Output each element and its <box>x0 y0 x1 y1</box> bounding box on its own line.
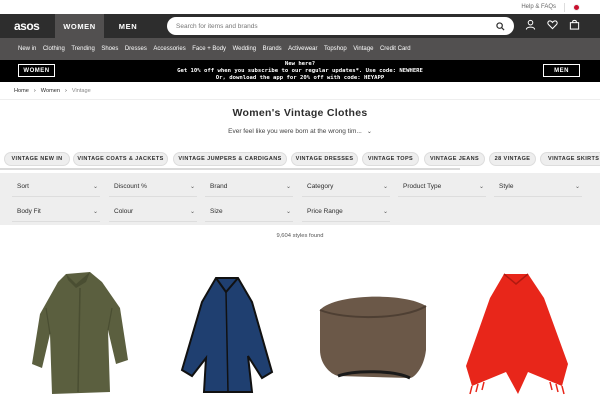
divider <box>564 2 565 12</box>
product-image-brown-scarf[interactable] <box>314 290 432 382</box>
filter-brand-label: Brand <box>210 183 228 190</box>
promo-line-1: New here? <box>284 61 316 67</box>
tab-women[interactable]: WOMEN <box>55 14 104 38</box>
header-icons <box>525 19 580 30</box>
filter-product-type-label: Product Type <box>403 183 442 190</box>
pill-vintage-jumpers-cardigans[interactable]: VINTAGE JUMPERS & CARDIGANS <box>173 152 287 166</box>
filter-sort-label: Sort <box>17 183 29 190</box>
nav-item-wedding[interactable]: Wedding <box>233 46 257 52</box>
filter-bar: Sort ⌄ Discount % ⌄ Brand ⌄ Category ⌄ Produ… <box>0 173 600 225</box>
filter-size-label: Size <box>210 208 223 215</box>
promo-banner: WOMEN New here? Get 10% off when you sub… <box>0 60 600 82</box>
nav-item-shoes[interactable]: Shoes <box>101 46 118 52</box>
nav-item-brands[interactable]: Brands <box>263 46 282 52</box>
pill-28-vintage[interactable]: 28 VINTAGE <box>489 152 536 166</box>
nav-item-credit-card[interactable]: Credit Card <box>380 46 411 52</box>
pill-vintage-tops[interactable]: VINTAGE TOPS <box>362 152 419 166</box>
filter-discount[interactable]: Discount % ⌄ <box>109 177 197 197</box>
chevron-down-icon: ⌄ <box>382 184 388 190</box>
filter-discount-label: Discount % <box>114 183 147 190</box>
chevron-down-icon: ⌄ <box>382 209 388 215</box>
category-nav: New in Clothing Trending Shoes Dresses A… <box>0 38 600 60</box>
chevron-down-icon: ⌄ <box>285 209 291 215</box>
search-icon[interactable] <box>496 21 505 31</box>
filter-category[interactable]: Category ⌄ <box>302 177 390 197</box>
filter-size[interactable]: Size ⌄ <box>205 202 293 222</box>
tab-men[interactable]: MEN <box>104 14 152 38</box>
filter-sort[interactable]: Sort ⌄ <box>12 177 100 197</box>
asos-logo[interactable]: asos <box>0 14 55 38</box>
site-header: asos WOMEN MEN Search for items and bran… <box>0 14 600 38</box>
breadcrumb-home[interactable]: Home <box>14 88 29 94</box>
promo-line-2: Get 10% off when you subscribe to our re… <box>177 67 423 74</box>
nav-item-accessories[interactable]: Accessories <box>153 46 185 52</box>
page-description[interactable]: Ever feel like you were born at the wron… <box>0 128 600 138</box>
filter-colour-label: Colour <box>114 208 134 215</box>
chevron-down-icon: ⌄ <box>92 209 98 215</box>
breadcrumb-separator: › <box>33 87 36 94</box>
pill-vintage-new-in[interactable]: VINTAGE NEW IN <box>4 152 70 166</box>
help-faqs-link[interactable]: Help & FAQs <box>521 4 556 10</box>
filter-product-type[interactable]: Product Type ⌄ <box>398 177 486 197</box>
category-pills: VINTAGE NEW IN VINTAGE COATS & JACKETS V… <box>0 152 600 166</box>
promo-women-button[interactable]: WOMEN <box>18 64 55 77</box>
chevron-down-icon: ⌄ <box>92 184 98 190</box>
filter-category-label: Category <box>307 183 334 190</box>
nav-item-face-body[interactable]: Face + Body <box>192 46 226 52</box>
breadcrumb-separator: › <box>64 87 67 94</box>
nav-item-vintage[interactable]: Vintage <box>353 46 373 52</box>
nav-item-activewear[interactable]: Activewear <box>288 46 317 52</box>
promo-text[interactable]: New here? Get 10% off when you subscribe… <box>140 61 460 81</box>
bag-icon[interactable] <box>569 19 580 30</box>
nav-item-topshop[interactable]: Topshop <box>324 46 347 52</box>
filter-style-label: Style <box>499 183 514 190</box>
nav-item-trending[interactable]: Trending <box>71 46 94 52</box>
pill-vintage-coats-jackets[interactable]: VINTAGE COATS & JACKETS <box>73 152 168 166</box>
page-title: Women's Vintage Clothes <box>232 107 368 119</box>
filter-brand[interactable]: Brand ⌄ <box>205 177 293 197</box>
chevron-down-icon: ⌄ <box>285 184 291 190</box>
account-icon[interactable] <box>525 19 536 30</box>
product-image-navy-cape[interactable] <box>176 272 280 400</box>
nav-item-new-in[interactable]: New in <box>18 46 36 52</box>
nav-item-dresses[interactable]: Dresses <box>125 46 147 52</box>
country-flag-icon[interactable] <box>573 3 580 11</box>
product-image-red-poncho[interactable] <box>462 268 574 400</box>
breadcrumb: Home › Women › Vintage <box>0 82 600 100</box>
pills-scrollbar[interactable] <box>0 168 460 170</box>
nav-item-clothing[interactable]: Clothing <box>43 46 65 52</box>
chevron-down-icon: ⌄ <box>189 184 195 190</box>
pill-vintage-skirts[interactable]: VINTAGE SKIRTS <box>540 152 600 166</box>
search-input[interactable]: Search for items and brands <box>167 17 514 35</box>
product-image-green-coat[interactable] <box>28 268 132 400</box>
filter-style[interactable]: Style ⌄ <box>494 177 582 197</box>
chevron-down-icon[interactable]: ⌄ <box>367 129 372 135</box>
filter-body-fit-label: Body Fit <box>17 208 41 215</box>
pill-vintage-jeans[interactable]: VINTAGE JEANS <box>424 152 485 166</box>
page-description-text: Ever feel like you were born at the wron… <box>228 128 362 135</box>
result-count: 9,604 styles found <box>276 233 324 239</box>
chevron-down-icon: ⌄ <box>574 184 580 190</box>
filter-colour[interactable]: Colour ⌄ <box>109 202 197 222</box>
filter-body-fit[interactable]: Body Fit ⌄ <box>12 202 100 222</box>
search-placeholder: Search for items and brands <box>176 22 258 30</box>
breadcrumb-women[interactable]: Women <box>41 88 60 94</box>
breadcrumb-current: Vintage <box>71 87 91 94</box>
filter-price-range-label: Price Range <box>307 208 343 215</box>
saved-items-heart-icon[interactable] <box>547 19 558 30</box>
pill-vintage-dresses[interactable]: VINTAGE DRESSES <box>291 152 358 166</box>
utility-bar: Help & FAQs <box>0 0 600 14</box>
chevron-down-icon: ⌄ <box>478 184 484 190</box>
chevron-down-icon: ⌄ <box>189 209 195 215</box>
promo-line-3: Or, download the app for 20% off with co… <box>215 74 385 81</box>
promo-men-button[interactable]: MEN <box>543 64 580 77</box>
filter-price-range[interactable]: Price Range ⌄ <box>302 202 390 222</box>
